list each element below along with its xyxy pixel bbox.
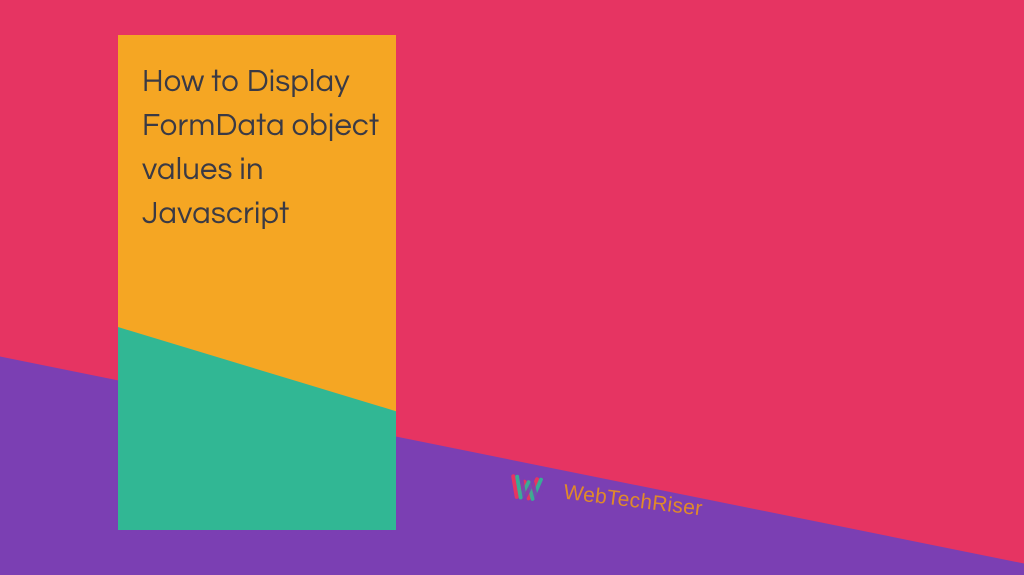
page-title: How to Display FormData object values in… xyxy=(142,60,382,236)
webtechriser-logo-icon xyxy=(508,472,551,505)
graphic-canvas: How to Display FormData object values in… xyxy=(0,0,1024,575)
